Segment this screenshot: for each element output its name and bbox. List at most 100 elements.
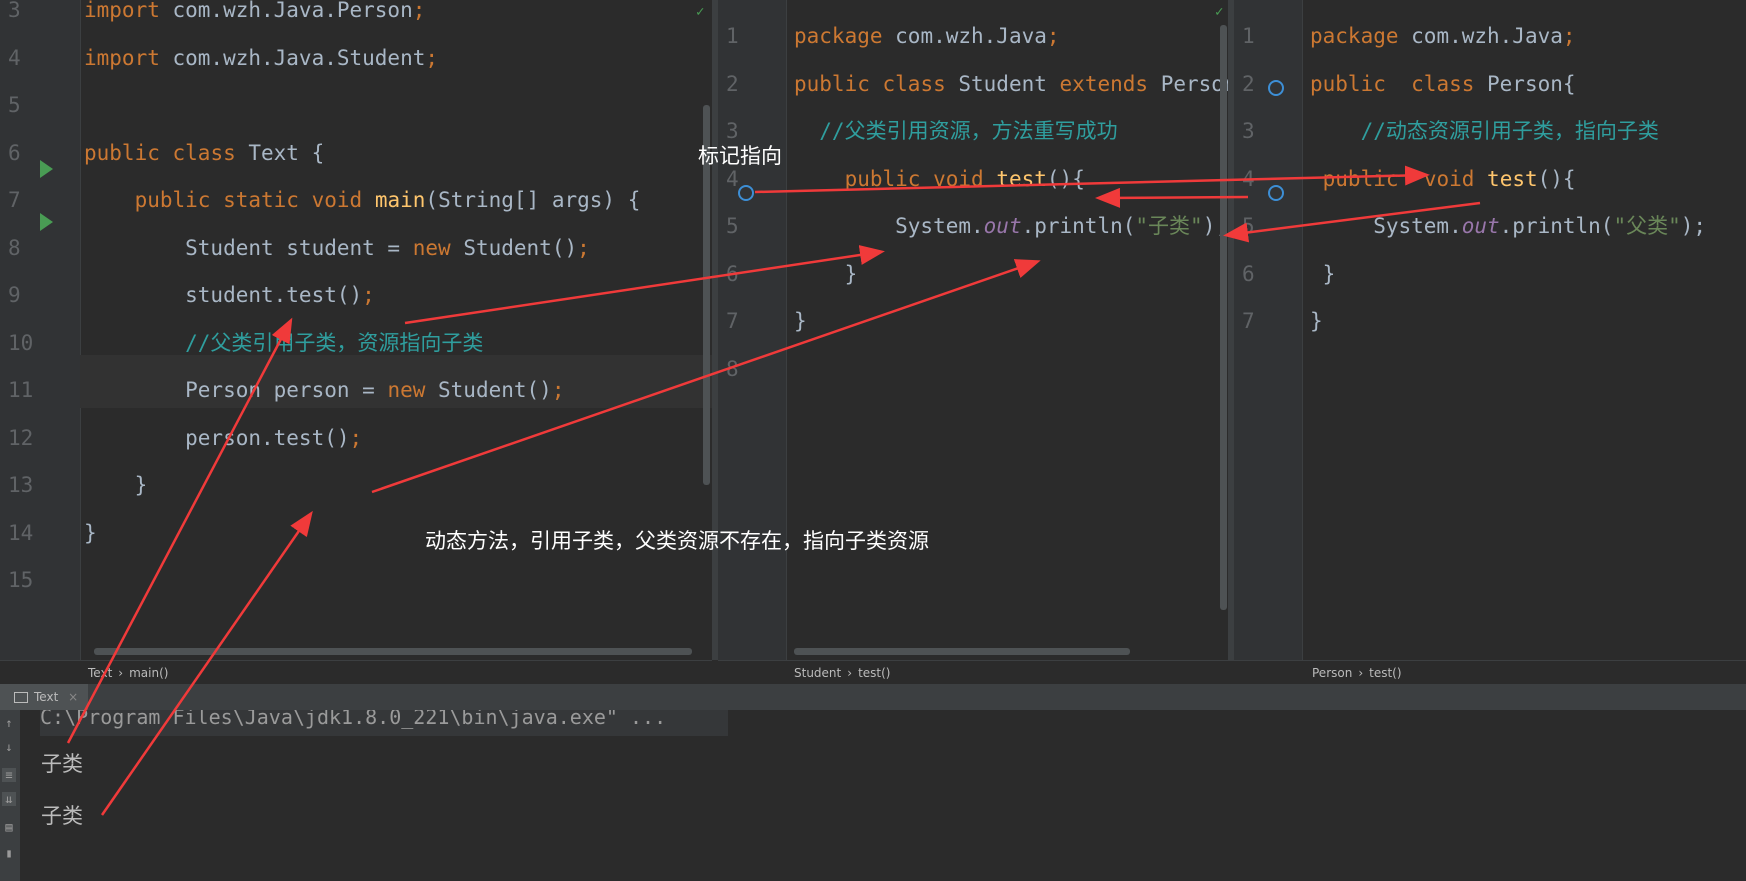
line-number: 9 (8, 283, 21, 307)
code-token: ; (551, 378, 565, 402)
run-icon[interactable] (40, 213, 53, 231)
code-token: } (84, 473, 148, 497)
breadcrumb-item[interactable]: Text (88, 666, 112, 680)
code-token: main (374, 188, 426, 212)
close-icon[interactable]: × (68, 690, 78, 704)
code-line[interactable]: public static void main(String[] args) { (84, 174, 641, 227)
soft-wrap-icon[interactable]: ≡ (2, 768, 16, 782)
code-token: Person{ (1160, 71, 1228, 96)
run-console[interactable]: ↑ ↓ ≡ ⇊ ▤ ▮ C:\Program Files\Java\jdk1.8… (0, 710, 1746, 881)
code-token: } (1310, 309, 1323, 333)
code-line[interactable]: public void test(){ (794, 153, 1085, 206)
code-token: Student() (450, 235, 578, 260)
override-icon[interactable] (738, 185, 754, 201)
line-number: 13 (8, 473, 34, 497)
console-toolbar: ↑ ↓ ≡ ⇊ ▤ ▮ (0, 710, 20, 881)
code-line[interactable]: //父类引用资源，方法重写成功 (794, 105, 1117, 158)
code-line[interactable]: Student student = new Student(); (84, 222, 590, 275)
code-token: Student (945, 71, 1060, 96)
code-line[interactable]: } (1310, 295, 1323, 348)
code-token: (){ (1537, 166, 1576, 191)
code-token: .println( (1499, 214, 1614, 238)
code-token: } (794, 309, 807, 333)
code-token: class (882, 71, 946, 96)
editor-pane-student[interactable]: 12345678 package com.wzh.Java; public cla… (718, 0, 1228, 660)
code-line[interactable]: public class Text { (84, 127, 324, 180)
code-line[interactable]: person.test(); (84, 412, 362, 465)
code-token: Student student = (84, 235, 413, 260)
arrow-up-icon[interactable]: ↑ (2, 716, 16, 730)
code-token: } (794, 261, 858, 286)
breadcrumb-student: Student › test() (718, 660, 1234, 684)
vertical-scrollbar[interactable] (1220, 25, 1227, 610)
run-icon[interactable] (40, 160, 53, 178)
line-number: 6 (1242, 261, 1255, 286)
code-token: ; (1562, 24, 1576, 48)
code-line[interactable]: Person person = new Student(); (84, 364, 564, 417)
breadcrumb-text: Text › main() (0, 660, 712, 684)
breadcrumb-item[interactable]: test() (1369, 666, 1401, 680)
arrow-down-icon[interactable]: ↓ (2, 740, 16, 754)
code-token: void (1423, 166, 1475, 191)
line-number: 14 (8, 520, 34, 545)
code-token: student.test() (84, 283, 363, 307)
code-token: class (172, 140, 236, 165)
line-number: 11 (8, 378, 34, 402)
line-number: 7 (726, 309, 739, 333)
code-line[interactable]: System.out.println("子类"); (794, 200, 1228, 253)
checkmark-icon: ✓ (1215, 4, 1224, 20)
code-token: out (983, 214, 1022, 238)
implemented-icon[interactable] (1268, 80, 1284, 96)
breadcrumb-item[interactable]: main() (129, 666, 168, 680)
code-line[interactable]: public void test(){ (1310, 153, 1576, 206)
code-line[interactable]: //动态资源引用子类，指向子类 (1310, 105, 1659, 158)
breadcrumb-item[interactable]: Student (794, 666, 841, 680)
code-line[interactable]: student.test(); (84, 269, 375, 322)
code-token: com.wzh.Java (882, 24, 1047, 48)
implemented-icon[interactable] (1268, 185, 1284, 201)
line-number: 5 (8, 93, 21, 117)
code-line[interactable]: package com.wzh.Java; (1310, 10, 1576, 63)
breadcrumb-person: Person › test() (1234, 660, 1746, 684)
line-number: 3 (1242, 119, 1255, 143)
code-line[interactable]: } (84, 459, 148, 512)
line-number: 5 (726, 214, 739, 238)
print-icon[interactable]: ▤ (2, 820, 16, 834)
editor-pane-text[interactable]: 3 4 5 6 7 8 9 10 11 12 13 14 15 import com.wzh.Java.… (0, 0, 712, 660)
breadcrumb-item[interactable]: Person (1312, 666, 1352, 680)
code-line[interactable]: //父类引用子类，资源指向子类 (84, 317, 483, 370)
horizontal-scrollbar[interactable] (94, 648, 692, 655)
code-line[interactable]: package com.wzh.Java; (794, 10, 1060, 63)
editor-pane-person[interactable]: 1234567 package com.wzh.Java; public clas… (1234, 0, 1746, 660)
line-number: 12 (8, 425, 34, 450)
horizontal-scrollbar[interactable] (794, 648, 1130, 655)
code-token: package (794, 24, 883, 48)
run-tab[interactable]: Text × (0, 684, 89, 710)
code-token: Student() (425, 378, 552, 402)
code-token: com.wzh.Java (1398, 24, 1563, 48)
line-number: 15 (8, 568, 34, 592)
code-token: //父类引用子类，资源指向子类 (84, 330, 484, 355)
checkmark-icon: ✓ (696, 4, 705, 20)
code-line[interactable]: System.out.println("父类"); (1310, 200, 1706, 253)
run-tab-label: Text (34, 690, 59, 704)
code-line[interactable]: } (1310, 248, 1336, 301)
scroll-to-end-icon[interactable]: ⇊ (2, 792, 16, 806)
code-line[interactable]: import com.wzh.Java.Student; (84, 32, 438, 85)
trash-icon[interactable]: ▮ (2, 846, 16, 860)
breadcrumb-item[interactable]: test() (858, 666, 890, 680)
code-line[interactable]: } (794, 295, 807, 348)
code-token: public (84, 188, 211, 212)
code-token: package (1310, 24, 1399, 48)
line-number: 10 (8, 330, 34, 355)
code-token: Person{ (1474, 71, 1576, 96)
code-line[interactable]: public class Person{ (1310, 58, 1576, 111)
code-token: } (1310, 261, 1336, 286)
line-number: 1 (726, 24, 739, 48)
code-line[interactable]: } (84, 507, 97, 560)
code-token: import (84, 0, 160, 22)
code-line[interactable]: public class Student extends Person{ (794, 58, 1228, 111)
console-icon (14, 692, 28, 703)
code-line[interactable]: } (794, 248, 858, 301)
